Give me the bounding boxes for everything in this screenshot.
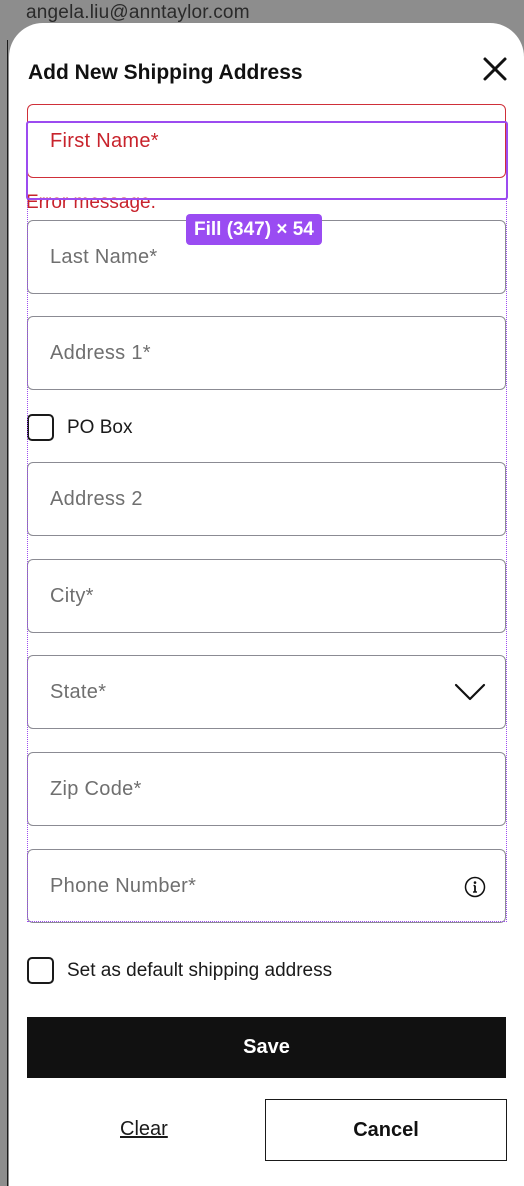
default-address-label: Set as default shipping address xyxy=(67,959,333,981)
clear-link[interactable]: Clear xyxy=(120,1118,168,1141)
chevron-down-icon xyxy=(453,680,487,704)
po-box-label: PO Box xyxy=(67,416,133,438)
save-button[interactable]: Save xyxy=(27,1017,506,1078)
address2-field[interactable]: Address 2 xyxy=(27,462,506,536)
first-name-error: Error message. xyxy=(26,192,156,213)
cancel-button[interactable]: Cancel xyxy=(265,1099,507,1161)
po-box-row: PO Box xyxy=(27,414,132,441)
info-icon[interactable] xyxy=(464,876,486,898)
first-name-placeholder: First Name* xyxy=(50,130,159,152)
last-name-placeholder: Last Name* xyxy=(50,246,158,268)
close-icon[interactable] xyxy=(480,54,510,84)
zip-code-field[interactable]: Zip Code* xyxy=(27,752,506,826)
city-placeholder: City* xyxy=(50,585,94,607)
phone-number-field[interactable]: Phone Number* xyxy=(27,849,506,923)
phone-number-placeholder: Phone Number* xyxy=(50,875,197,897)
po-box-checkbox[interactable] xyxy=(27,414,54,441)
address2-placeholder: Address 2 xyxy=(50,488,143,510)
dialog-title: Add New Shipping Address xyxy=(28,61,303,84)
city-field[interactable]: City* xyxy=(27,559,506,633)
background-edge xyxy=(7,40,8,1186)
background-email: angela.liu@anntaylor.com xyxy=(26,2,250,23)
default-address-checkbox[interactable] xyxy=(27,957,54,984)
default-address-row: Set as default shipping address xyxy=(27,957,332,984)
state-select[interactable]: State* xyxy=(27,655,506,729)
address1-placeholder: Address 1* xyxy=(50,342,151,364)
zip-code-placeholder: Zip Code* xyxy=(50,778,142,800)
address1-field[interactable]: Address 1* xyxy=(27,316,506,390)
state-placeholder: State* xyxy=(50,681,107,703)
first-name-field[interactable]: First Name* xyxy=(27,104,506,178)
fill-size-badge: Fill (347) × 54 xyxy=(186,214,322,245)
